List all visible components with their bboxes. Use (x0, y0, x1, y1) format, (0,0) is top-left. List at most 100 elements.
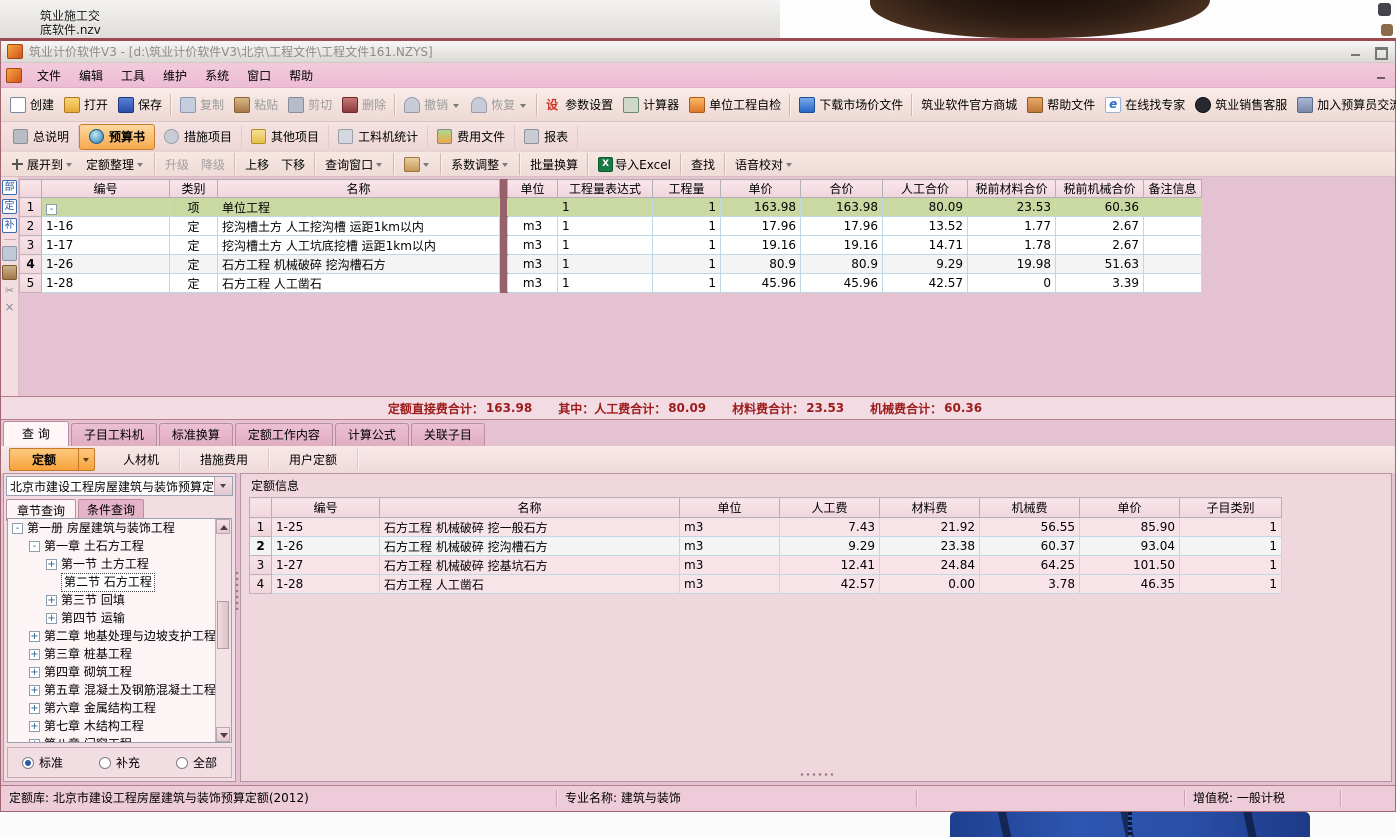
format-painter-button[interactable] (398, 155, 437, 174)
desktop-file-icon[interactable]: 筑业施工交 底软件.nzv (40, 9, 101, 37)
online-expert-button[interactable]: 在线找专家 (1100, 93, 1190, 116)
budget-row-5[interactable]: 5 1-28 定 石方工程 人工凿石 m3 1 1 45.96 45.96 42… (20, 274, 1202, 293)
menu-maintain[interactable]: 维护 (154, 65, 196, 86)
tab-related-sub-items[interactable]: 关联子目 (411, 423, 485, 446)
minimize-button[interactable] (1347, 45, 1365, 59)
menu-help[interactable]: 帮助 (280, 65, 322, 86)
select-dropdown-arrow-icon[interactable] (214, 477, 232, 495)
budget-row-3[interactable]: 3 1-17 定 挖沟槽土方 人工坑底挖槽 运距1km以内 m3 1 1 19.… (20, 236, 1202, 255)
menu-window[interactable]: 窗口 (238, 65, 280, 86)
col-machine-fee[interactable]: 机械费 (980, 498, 1080, 518)
tab-measure-items[interactable]: 措施项目 (155, 125, 242, 149)
expand-icon[interactable]: + (29, 721, 40, 732)
col-labor-fee[interactable]: 人工费 (780, 498, 880, 518)
expand-dropdown-arrow[interactable] (65, 157, 74, 171)
expand-icon[interactable]: + (46, 613, 57, 624)
quota-source-button[interactable]: 定额 (9, 448, 79, 471)
download-market-price-button[interactable]: 下载市场价文件 (794, 93, 908, 116)
official-store-button[interactable]: 筑业软件官方商城 (916, 93, 1022, 116)
quota-info-row-4[interactable]: 4 1-28 石方工程 人工凿石 m3 42.57 0.00 3.78 46.3… (250, 575, 1282, 594)
quota-library-select[interactable]: 北京市建设工程房屋建筑与装饰预算定额 (6, 476, 233, 496)
cut-button[interactable]: 剪切 (283, 93, 337, 116)
collapse-icon[interactable]: - (29, 541, 40, 552)
tree-item[interactable]: +第八章 门窗工程 (8, 735, 231, 743)
rail-copy-icon[interactable] (2, 246, 17, 261)
expand-icon[interactable]: + (29, 649, 40, 660)
rail-paste-icon[interactable] (2, 265, 17, 280)
coefficient-dropdown-arrow[interactable] (501, 157, 510, 171)
col-labor-total[interactable]: 人工合价 (883, 180, 968, 198)
splitter-grip[interactable] (799, 772, 833, 777)
expand-to-button[interactable]: 展开到 (6, 154, 80, 175)
quota-organize-button[interactable]: 定额整理 (80, 154, 151, 175)
tab-report[interactable]: 报表 (515, 125, 578, 149)
col-unit[interactable]: 单位 (508, 180, 558, 198)
tree-item[interactable]: +第四章 砌筑工程 (8, 663, 231, 681)
measure-fee-button[interactable]: 措施费用 (180, 449, 269, 470)
menu-tools[interactable]: 工具 (112, 65, 154, 86)
scroll-thumb[interactable] (217, 601, 229, 649)
quota-info-row-1[interactable]: 1 1-25 石方工程 机械破碎 挖一般石方 m3 7.43 21.92 56.… (250, 518, 1282, 537)
self-check-button[interactable]: 单位工程自检 (684, 93, 786, 116)
radio-standard[interactable]: 标准 (22, 754, 63, 771)
redo-dropdown-arrow[interactable] (519, 98, 528, 112)
find-button[interactable]: 查找 (685, 154, 721, 175)
voice-proofread-button[interactable]: 语音校对 (729, 154, 800, 175)
col-qty-expr[interactable]: 工程量表达式 (558, 180, 653, 198)
col-name[interactable]: 名称 (218, 180, 500, 198)
import-excel-button[interactable]: 导入Excel (592, 154, 677, 175)
radio-supplement[interactable]: 补充 (99, 754, 140, 771)
radio-all[interactable]: 全部 (176, 754, 217, 771)
tree-item-selected[interactable]: 第二节 石方工程 (8, 573, 231, 591)
tree-item[interactable]: +第四节 运输 (8, 609, 231, 627)
frozen-splitter[interactable] (500, 180, 508, 198)
tree-item[interactable]: +第五章 混凝土及钢筋混凝土工程 (8, 681, 231, 699)
calculator-button[interactable]: 计算器 (618, 93, 684, 116)
desktop-tray-icon-2[interactable] (1381, 24, 1393, 36)
parameter-settings-button[interactable]: 参数设置 (541, 93, 618, 116)
col-sub-item-category[interactable]: 子目类别 (1180, 498, 1282, 518)
sales-service-button[interactable]: 筑业销售客服 (1190, 93, 1292, 116)
tree-item[interactable]: -第一章 土石方工程 (8, 537, 231, 555)
col-unit-price[interactable]: 单价 (1080, 498, 1180, 518)
mdi-minimize-button[interactable] (1374, 69, 1390, 82)
col-material-total[interactable]: 税前材料合价 (968, 180, 1056, 198)
rail-section-button[interactable]: 部 (2, 180, 17, 195)
collapse-icon[interactable]: - (46, 204, 57, 215)
menu-edit[interactable]: 编辑 (70, 65, 112, 86)
tab-other-items[interactable]: 其他项目 (242, 125, 329, 149)
tab-budget-book[interactable]: 预算书 (79, 124, 155, 150)
tree-item[interactable]: +第一节 土方工程 (8, 555, 231, 573)
undo-button[interactable]: 撤销 (399, 93, 466, 116)
menu-system[interactable]: 系统 (196, 65, 238, 86)
batch-convert-button[interactable]: 批量换算 (524, 154, 584, 175)
move-up-button[interactable]: 上移 (239, 154, 275, 175)
open-button[interactable]: 打开 (59, 93, 113, 116)
tab-fee-file[interactable]: 费用文件 (428, 125, 515, 149)
rail-supplement-button[interactable]: 补 (2, 218, 17, 233)
expand-icon[interactable]: + (29, 739, 40, 744)
col-code[interactable]: 编号 (42, 180, 170, 198)
col-unit[interactable]: 单位 (680, 498, 780, 518)
scroll-up-arrow[interactable] (216, 519, 230, 534)
upgrade-button[interactable]: 升级 (159, 154, 195, 175)
voice-dropdown-arrow[interactable] (785, 157, 794, 171)
col-total-price[interactable]: 合价 (801, 180, 883, 198)
col-note[interactable]: 备注信息 (1144, 180, 1202, 198)
col-code[interactable]: 编号 (272, 498, 380, 518)
tree-item[interactable]: +第二章 地基处理与边坡支护工程 (8, 627, 231, 645)
rail-delete-icon[interactable]: × (3, 301, 16, 314)
query-window-button[interactable]: 查询窗口 (319, 154, 390, 175)
quota-info-row-2-selected[interactable]: 2 1-26 石方工程 机械破碎 挖沟槽石方 m3 9.29 23.38 60.… (250, 537, 1282, 556)
undo-dropdown-arrow[interactable] (452, 98, 461, 112)
tree-item[interactable]: +第六章 金属结构工程 (8, 699, 231, 717)
organize-dropdown-arrow[interactable] (136, 157, 145, 171)
tree-scrollbar[interactable] (215, 519, 231, 742)
query-dropdown-arrow[interactable] (375, 157, 384, 171)
user-quota-button[interactable]: 用户定额 (269, 449, 358, 470)
create-button[interactable]: 创建 (5, 93, 59, 116)
expand-icon[interactable]: + (29, 703, 40, 714)
expand-icon[interactable]: + (29, 667, 40, 678)
tab-labor-material-stats[interactable]: 工料机统计 (329, 125, 428, 149)
col-machine-total[interactable]: 税前机械合价 (1056, 180, 1144, 198)
